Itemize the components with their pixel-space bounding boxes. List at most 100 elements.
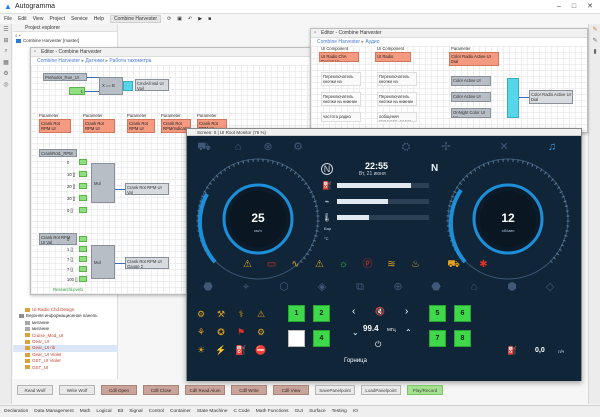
cdll-close-button[interactable]: Cdll Close xyxy=(143,385,179,395)
output-block[interactable]: Color Radio Active UI Dial xyxy=(529,90,573,104)
tree-icon[interactable]: ⊞ xyxy=(0,35,12,46)
tab-gui[interactable]: GUI xyxy=(295,409,304,414)
component-block[interactable]: Переключатель кнопки на верхнюю панель xyxy=(321,72,361,86)
breadcrumb-item[interactable]: Combine Harvester xyxy=(317,39,360,45)
tab-math[interactable]: Math xyxy=(80,409,91,414)
menu-service[interactable]: Service xyxy=(71,16,88,22)
power-icon[interactable]: ⏻ xyxy=(375,340,381,350)
list-item[interactable]: GST_UI xyxy=(13,365,118,371)
green-port[interactable] xyxy=(79,159,87,165)
param-block[interactable]: OnNight Color UI Int xyxy=(451,108,491,118)
preset-button-3[interactable] xyxy=(288,330,305,347)
tab-control[interactable]: Control xyxy=(149,409,164,414)
preset-button-2[interactable]: 2 xyxy=(313,305,330,322)
mute-icon[interactable]: 🔇 xyxy=(375,307,385,316)
maximize-icon[interactable]: □ xyxy=(567,2,581,12)
tab-io[interactable]: IO xyxy=(353,409,358,414)
save-icon[interactable]: ▣ xyxy=(177,16,182,22)
green-port[interactable] xyxy=(79,256,87,262)
tree-root[interactable]: Combine Harvester [master] xyxy=(13,38,117,44)
preset-button-6[interactable]: 6 xyxy=(454,305,471,322)
tab-testing[interactable]: Testing xyxy=(332,409,347,414)
play-icon[interactable]: ▶ xyxy=(198,16,202,22)
param-block[interactable]: Color Radio Active UI Dial xyxy=(449,52,499,66)
param-block[interactable]: Crank Rot RPM UI Gauge 2 xyxy=(83,119,115,133)
refresh-icon[interactable]: ⟳ xyxy=(167,16,171,22)
pen-icon[interactable]: ✎ xyxy=(589,24,600,35)
block-output[interactable]: Crank Rot RPM UI Val xyxy=(125,183,169,195)
block-const-one[interactable]: 1 xyxy=(69,87,85,95)
component-block[interactable]: частота радио xyxy=(321,112,361,122)
tab-declaration[interactable]: Declaration xyxy=(4,409,28,414)
cdll-write-button[interactable]: Cdll Write xyxy=(231,385,267,395)
green-port[interactable] xyxy=(79,266,87,272)
green-port[interactable] xyxy=(79,276,87,282)
stop-icon[interactable]: ■ xyxy=(208,16,211,22)
block-compare[interactable]: X == B xyxy=(99,77,123,95)
green-port[interactable] xyxy=(79,207,87,213)
breadcrumb-item[interactable]: Датчики xyxy=(85,58,104,64)
block-output[interactable]: Crank Rot RPM UI Gauge 2 xyxy=(125,257,169,269)
breadcrumb-item[interactable]: Аудио xyxy=(365,39,379,45)
param-block[interactable]: Crank Rot RPM UI Gauge xyxy=(127,119,155,133)
block-mul[interactable]: Mul xyxy=(91,245,115,279)
param-block[interactable]: Crank Rot RPM UI Gauge xyxy=(39,119,71,133)
gear-icon[interactable]: ⚙ xyxy=(0,68,12,79)
load-panelpoint-button[interactable]: LoadPanelpoint xyxy=(361,385,401,395)
block-crankrot[interactable]: CrankRot1_RPM xyxy=(39,149,77,157)
undo-icon[interactable]: ↶ xyxy=(188,16,192,22)
globe-icon[interactable]: ◎ xyxy=(0,79,12,90)
project-icon[interactable]: ☰ xyxy=(0,24,12,35)
preset-button-8[interactable]: 8 xyxy=(454,330,471,347)
play-record-button[interactable]: Play/Record xyxy=(407,385,443,395)
tab-math-functions[interactable]: Math Functions xyxy=(256,409,289,414)
preset-button-7[interactable]: 7 xyxy=(429,330,446,347)
menu-file[interactable]: File xyxy=(4,16,12,22)
save-panelpoint-button[interactable]: SavePanelpoint xyxy=(315,385,355,395)
component-block[interactable]: UI Radio xyxy=(375,52,411,62)
block-mux[interactable] xyxy=(507,78,519,118)
prev-station-icon[interactable]: ‹ xyxy=(352,306,355,317)
minimize-icon[interactable]: – xyxy=(552,2,566,12)
green-port[interactable] xyxy=(79,183,87,189)
search-icon[interactable]: ⌕ xyxy=(0,46,12,57)
green-port[interactable] xyxy=(79,195,87,201)
block-prehodor[interactable]: Prehodor_Run_UI xyxy=(43,73,87,81)
diagram-canvas[interactable]: UI Component UI Radio ChA Design UI Пере… xyxy=(311,46,587,132)
tab-state-machine[interactable]: State Machine xyxy=(197,409,228,414)
component-block[interactable]: Переключатель кнопки на верхнюю панель xyxy=(377,72,417,86)
preset-button-4[interactable]: 4 xyxy=(313,330,330,347)
tab-surface[interactable]: Surface xyxy=(309,409,326,414)
pencil-icon[interactable]: ✎ xyxy=(589,35,600,46)
param-block[interactable]: Color Active UI xyxy=(451,76,491,86)
block-mux[interactable] xyxy=(123,81,133,91)
block-cmdvalue[interactable]: CmdAll.Vail UI Vail xyxy=(135,79,169,91)
green-port[interactable] xyxy=(79,171,87,177)
breadcrumb-item[interactable]: Работа тахометра xyxy=(109,58,151,64)
menu-view[interactable]: View xyxy=(33,16,44,22)
next-station-icon[interactable]: › xyxy=(405,306,408,317)
menu-help[interactable]: Help xyxy=(94,16,104,22)
menu-project[interactable]: Project xyxy=(49,16,65,22)
tab-bit[interactable]: Bit xyxy=(118,409,124,414)
tab-data-management[interactable]: Data Management xyxy=(34,409,73,414)
component-block[interactable]: ообщения громкость радио xyxy=(377,112,417,122)
cdll-open-button[interactable]: Cdll Open xyxy=(101,385,137,395)
menu-edit[interactable]: Edit xyxy=(18,16,27,22)
cdll-view-button[interactable]: Cdll View xyxy=(273,385,309,395)
green-port[interactable] xyxy=(79,246,87,252)
chip-icon[interactable]: ▦ xyxy=(0,57,12,68)
component-block[interactable]: Переключатель кнопки на нижние панели xyxy=(321,92,361,106)
close-icon[interactable]: ✕ xyxy=(583,2,597,12)
component-block[interactable]: Переключатель кнопки на нижние xyxy=(377,92,417,106)
read-wolf-button[interactable]: Read Wolf xyxy=(17,385,53,395)
up-icon[interactable]: ⌃ xyxy=(405,328,412,337)
cdll-read-button[interactable]: Cdll Read Alum xyxy=(185,385,225,395)
down-icon[interactable]: ⌄ xyxy=(352,328,359,337)
block-crank2[interactable]: Crank Rot RPM UI Val xyxy=(39,233,77,245)
window-tab[interactable]: Combine Harvester xyxy=(109,15,162,23)
preset-button-5[interactable]: 5 xyxy=(429,305,446,322)
breadcrumb-item[interactable]: Combine Harvester xyxy=(37,58,80,64)
write-wolf-button[interactable]: Write Wolf xyxy=(59,385,95,395)
tab-container[interactable]: Container xyxy=(170,409,191,414)
